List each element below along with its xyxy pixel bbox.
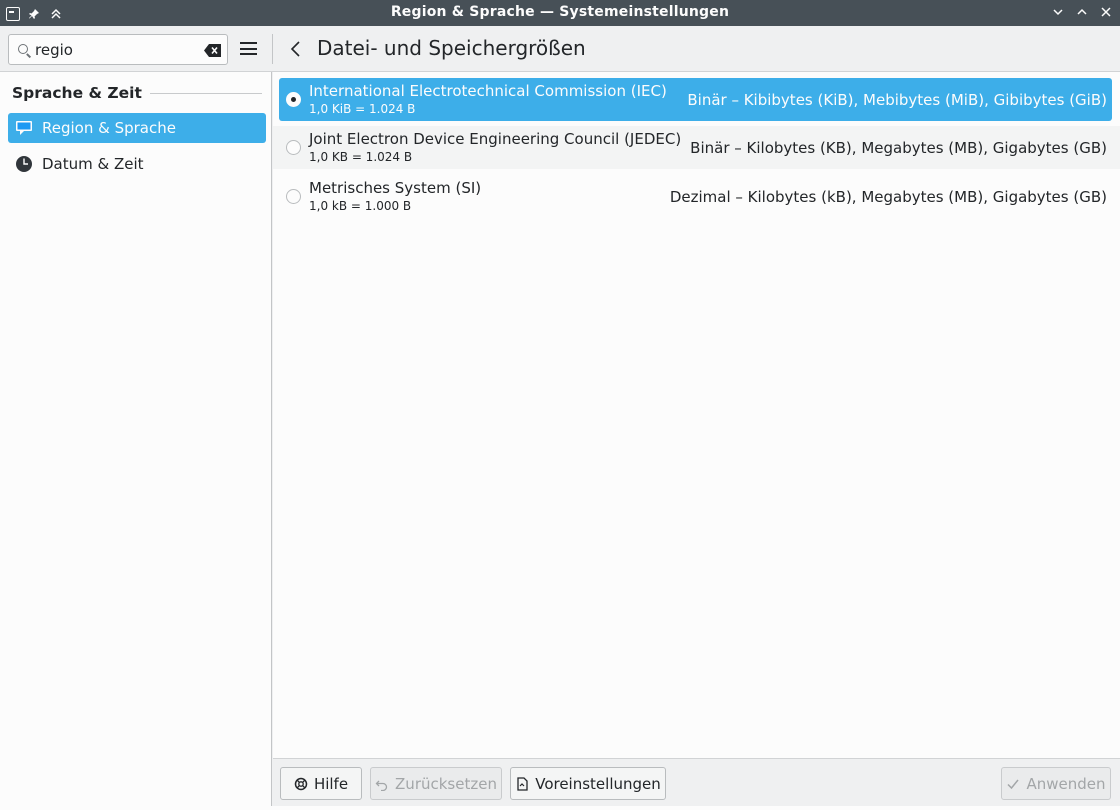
maximize-icon[interactable] xyxy=(1074,3,1090,21)
option-iec[interactable]: International Electrotechnical Commissio… xyxy=(279,78,1112,121)
section-divider xyxy=(149,92,262,94)
window-bottom-edge xyxy=(0,806,1120,810)
checkmark-icon xyxy=(1006,777,1020,791)
window-title: Region & Sprache — Systemeinstellungen xyxy=(390,4,730,20)
defaults-button[interactable]: Voreinstellungen xyxy=(510,767,666,800)
option-radio[interactable] xyxy=(286,92,301,107)
back-arrow-icon[interactable] xyxy=(289,41,303,57)
help-button[interactable]: Hilfe xyxy=(280,767,362,800)
reset-button-label: Zurücksetzen xyxy=(395,774,497,793)
close-icon[interactable] xyxy=(1098,3,1114,21)
page-title: Datei- und Speichergrößen xyxy=(317,36,586,60)
defaults-button-label: Voreinstellungen xyxy=(535,774,661,793)
option-name: Joint Electron Device Engineering Counci… xyxy=(309,130,682,148)
document-defaults-icon xyxy=(515,776,529,791)
option-example: 1,0 KiB = 1.024 B xyxy=(309,102,416,116)
option-example: 1,0 kB = 1.000 B xyxy=(309,199,412,213)
sidebar-item-label: Region & Sprache xyxy=(42,119,176,137)
option-name: International Electrotechnical Commissio… xyxy=(309,82,667,100)
option-jedec[interactable]: Joint Electron Device Engineering Counci… xyxy=(273,126,1120,169)
option-radio[interactable] xyxy=(286,140,301,155)
search-icon xyxy=(18,44,28,54)
sidebar-section-label: Sprache & Zeit xyxy=(12,84,142,102)
sidebar-item-date-time[interactable]: Datum & Zeit xyxy=(8,149,266,179)
options-list: International Electrotechnical Commissio… xyxy=(273,72,1120,758)
search-field[interactable] xyxy=(8,34,228,65)
title-bar: Region & Sprache — Systemeinstellungen xyxy=(0,0,1120,26)
sidebar-item-region-language[interactable]: Region & Sprache xyxy=(8,113,266,143)
header-separator xyxy=(272,34,273,64)
option-description: Binär – Kibibytes (KiB), Mebibytes (MiB)… xyxy=(687,91,1107,109)
option-name: Metrisches System (SI) xyxy=(309,179,482,197)
option-description: Binär – Kilobytes (KB), Megabytes (MB), … xyxy=(690,139,1107,157)
title-bar-right-buttons xyxy=(1050,3,1114,21)
option-si[interactable]: Metrisches System (SI) 1,0 kB = 1.000 B … xyxy=(273,175,1120,218)
reset-button[interactable]: Zurücksetzen xyxy=(370,767,502,800)
option-example: 1,0 KB = 1.024 B xyxy=(309,150,413,164)
help-icon xyxy=(294,777,308,791)
clear-search-icon[interactable] xyxy=(204,43,221,57)
sidebar-item-label: Datum & Zeit xyxy=(42,155,144,173)
minimize-icon[interactable] xyxy=(1050,3,1066,21)
footer-button-bar: Hilfe Zurücksetzen Voreinstellungen Anwe… xyxy=(273,758,1120,810)
option-description: Dezimal – Kilobytes (kB), Megabytes (MB)… xyxy=(669,188,1107,206)
clock-icon xyxy=(14,154,34,174)
help-button-label: Hilfe xyxy=(313,774,349,793)
option-radio[interactable] xyxy=(286,189,301,204)
search-input[interactable] xyxy=(35,39,200,61)
sidebar: Sprache & Zeit Region & Sprache Datum & … xyxy=(0,72,272,810)
apply-button[interactable]: Anwenden xyxy=(1001,767,1111,800)
hamburger-menu-icon[interactable] xyxy=(240,42,257,55)
region-language-icon xyxy=(14,118,34,138)
apply-button-label: Anwenden xyxy=(1026,774,1106,793)
sidebar-section-header: Sprache & Zeit xyxy=(12,84,262,102)
undo-icon xyxy=(375,777,389,791)
